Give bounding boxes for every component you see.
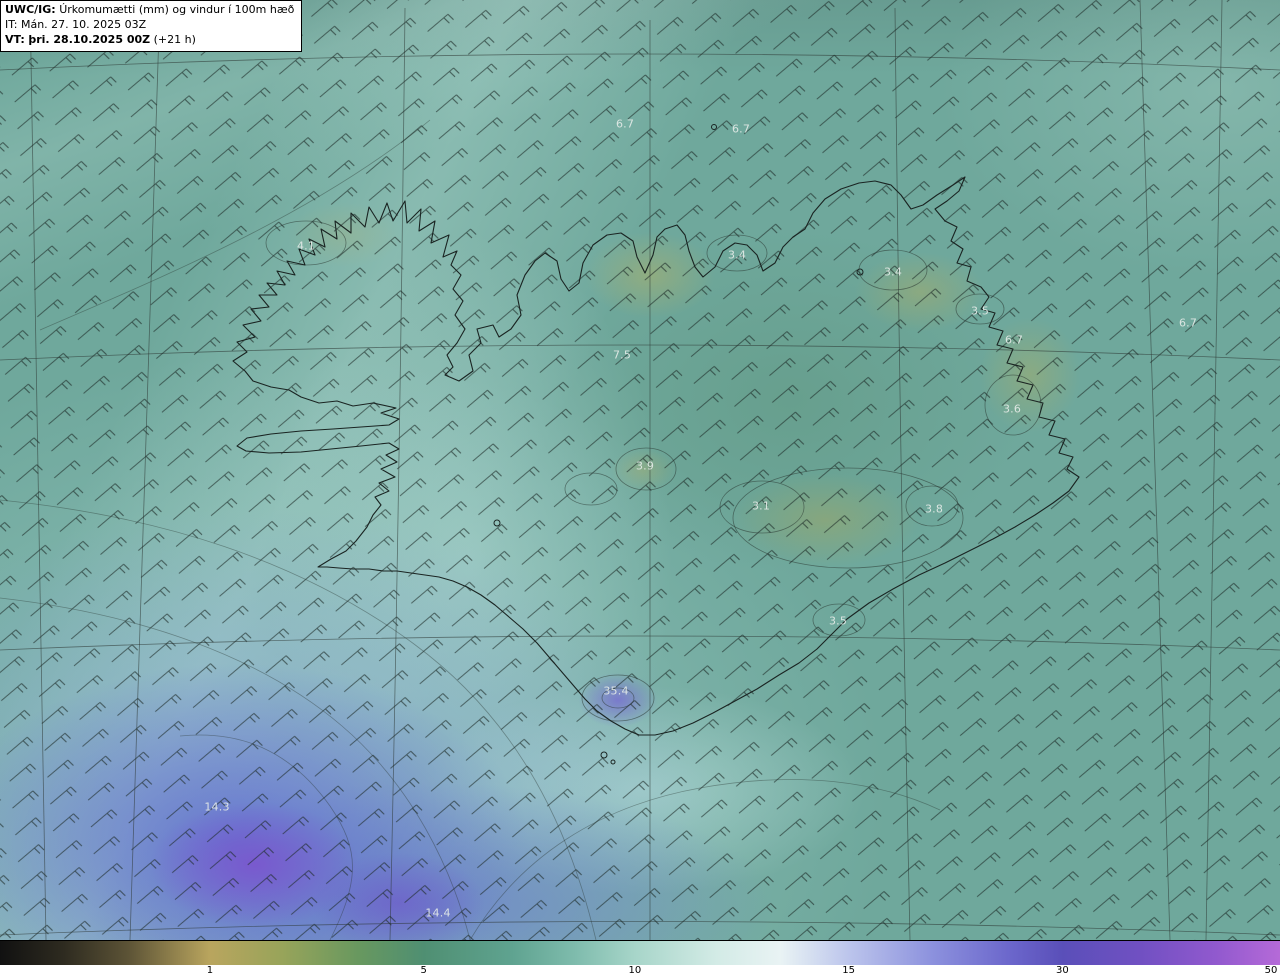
product-id-label: UWC/IG: — [5, 3, 56, 16]
colorbar-tick-label: 5 — [420, 965, 427, 976]
init-time-value: Mán. 27. 10. 2025 03Z — [20, 17, 147, 31]
colorbar-tick-label: 10 — [628, 965, 642, 976]
valid-time-value: þri. 28.10.2025 00Z — [28, 32, 151, 46]
init-time-label: IT: — [5, 17, 18, 31]
title-line-2: IT: Mán. 27. 10. 2025 03Z — [5, 18, 294, 33]
lead-time-value: (+21 h) — [153, 32, 196, 46]
title-line-3: VT: þri. 28.10.2025 00Z (+21 h) — [5, 33, 294, 48]
weather-map-app: 6.7 6.7 4.1 3.4 3.4 3.5 6.7 6.7 7.5 3.6 3.9 3.1 3.8 3… — [0, 0, 1280, 978]
colorbar-tick-label: 15 — [842, 965, 855, 976]
colorbar-tick-label: 50 — [1264, 965, 1278, 976]
colorbar-gradient — [0, 941, 1280, 965]
valid-time-label: VT: — [5, 32, 25, 46]
colorbar-tick-label: 1 — [206, 965, 214, 976]
colorbar-ticks: 1 5 10 15 30 50 — [0, 965, 1280, 978]
title-box: UWC/IG: Úrkomumætti (mm) og vindur í 100… — [0, 0, 303, 52]
colorbar-tick-label: 30 — [1056, 965, 1069, 976]
product-title: Úrkomumætti (mm) og vindur í 100m hæð — [59, 3, 295, 16]
wind-barbs-layer — [0, 0, 1280, 940]
map-overlay — [0, 0, 1280, 940]
title-line-1: UWC/IG: Úrkomumætti (mm) og vindur í 100… — [5, 3, 294, 18]
colorbar: 1 5 10 15 30 50 — [0, 940, 1280, 978]
